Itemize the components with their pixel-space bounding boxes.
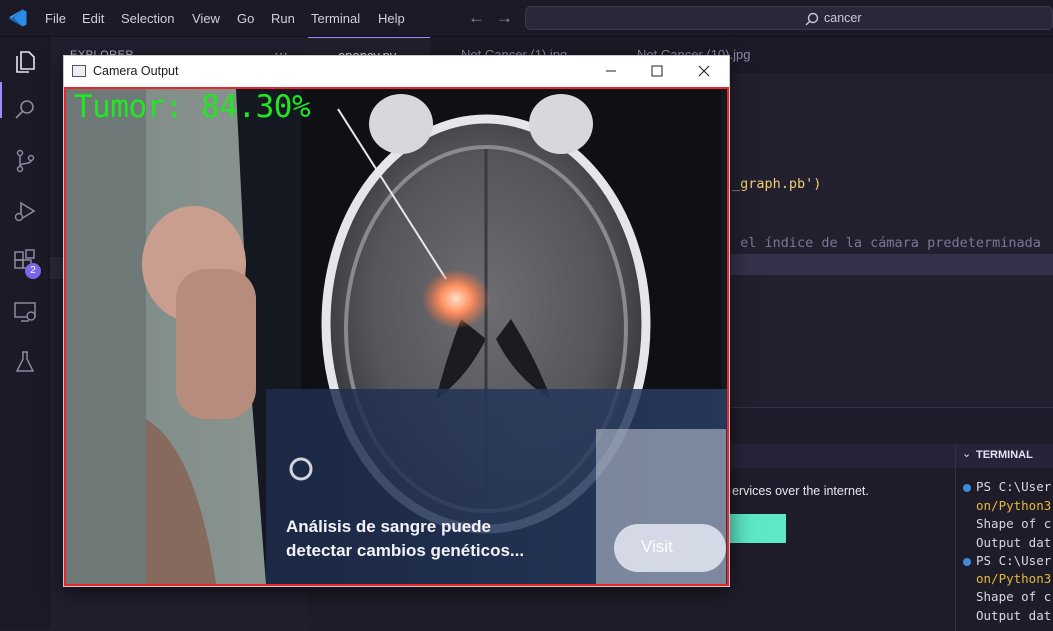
activity-bar: 2 <box>0 37 50 630</box>
maximize-icon[interactable] <box>634 60 680 82</box>
search-view-icon[interactable] <box>12 97 38 123</box>
overlay-text-line1: Análisis de sangre puede <box>286 517 492 536</box>
camera-window-title: Camera Output <box>93 64 179 78</box>
extensions-badge: 2 <box>25 263 41 279</box>
terminal-line: Output dat <box>976 535 1052 550</box>
command-status-icon <box>963 484 971 492</box>
explorer-files-icon[interactable] <box>12 48 38 74</box>
testing-flask-icon[interactable] <box>12 349 38 375</box>
menu-file[interactable]: File <box>45 11 66 26</box>
minimize-icon[interactable] <box>588 60 634 82</box>
menu-selection[interactable]: Selection <box>121 11 174 26</box>
notification-text: ervices over the internet. <box>732 484 869 498</box>
terminal-line: Output dat <box>976 608 1052 623</box>
terminal-line: PS C:\User <box>976 479 1052 494</box>
window-app-icon <box>72 65 86 77</box>
command-status-icon <box>963 558 971 566</box>
overlay-visit-button: Visit <box>641 537 673 556</box>
terminal-line: Shape of c <box>976 516 1052 531</box>
terminal-line: PS C:\User <box>976 553 1052 568</box>
code-comment: el índice de la cámara predeterminada <box>732 235 1041 251</box>
terminal-panel[interactable]: ⌄ TERMINAL PS C:\User on/Python3 Shape o… <box>955 444 1053 631</box>
overlay-text-line2: detectar cambios genéticos... <box>286 541 525 560</box>
terminal-line: Shape of c <box>976 589 1052 604</box>
menu-help[interactable]: Help <box>378 11 405 26</box>
chevron-down-icon[interactable]: ⌄ <box>962 447 971 460</box>
camera-feed-image <box>66 89 727 584</box>
source-control-icon[interactable] <box>12 148 38 174</box>
menu-view[interactable]: View <box>192 11 220 26</box>
command-center-search[interactable]: cancer <box>525 6 1053 30</box>
notification-button[interactable] <box>728 514 786 543</box>
close-icon[interactable] <box>681 60 727 82</box>
code-line: _graph.pb') <box>732 176 822 192</box>
forward-arrow-icon[interactable]: → <box>496 8 513 28</box>
tumor-prediction-label: Tumor: 84.30% <box>74 89 311 125</box>
menu-run[interactable]: Run <box>271 11 295 26</box>
remote-explorer-icon[interactable] <box>12 299 38 325</box>
back-arrow-icon[interactable]: ← <box>468 8 485 28</box>
run-debug-icon[interactable] <box>12 198 38 224</box>
terminal-line: on/Python3 <box>976 498 1052 513</box>
menu-edit[interactable]: Edit <box>82 11 104 26</box>
search-text: cancer <box>824 11 862 25</box>
menu-terminal[interactable]: Terminal <box>311 11 360 26</box>
camera-feed: Tumor: 84.30% Análisis de sangre puede d… <box>64 87 729 586</box>
camera-window-titlebar[interactable]: Camera Output <box>64 56 729 87</box>
search-icon <box>805 12 819 26</box>
active-indicator <box>0 82 2 118</box>
menu-go[interactable]: Go <box>237 11 254 26</box>
title-bar: File Edit Selection View Go Run Terminal… <box>0 0 1053 37</box>
camera-output-window[interactable]: Camera Output Tumor: 84.30% Análisis de … <box>63 55 730 587</box>
terminal-line: on/Python3 <box>976 571 1052 586</box>
terminal-header: ⌄ TERMINAL <box>956 444 1053 468</box>
vscode-logo-icon <box>9 9 27 27</box>
terminal-title: TERMINAL <box>976 449 1033 461</box>
